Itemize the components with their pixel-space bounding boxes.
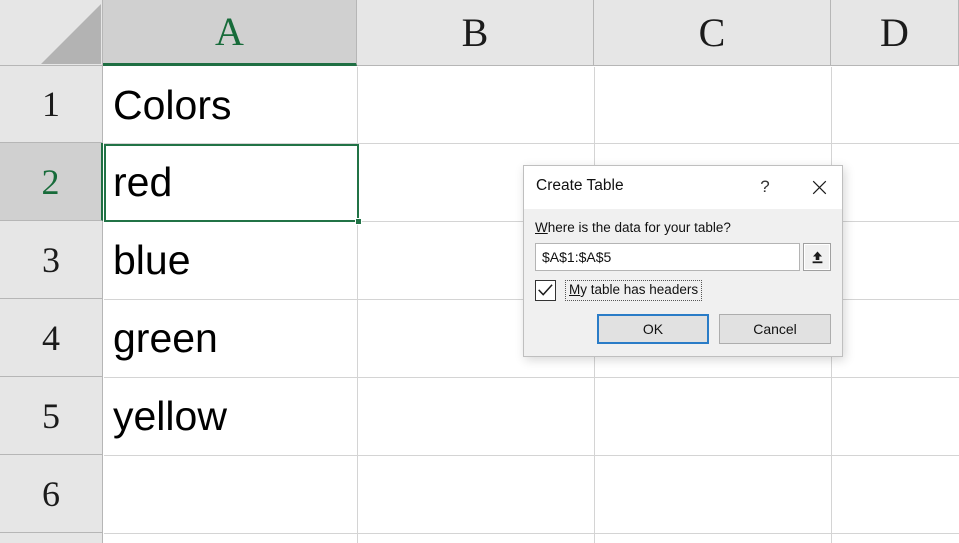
row-header-4[interactable]: 4	[0, 299, 102, 377]
table-range-input[interactable]: $A$1:$A$5	[535, 243, 800, 271]
dialog-body: Where is the data for your table? $A$1:$…	[524, 209, 842, 356]
row-header-3[interactable]: 3	[0, 221, 102, 299]
row-header-5[interactable]: 5	[0, 377, 102, 455]
excel-create-table-screen: A B C D 1 2 3 4 5 6 Colors red	[0, 0, 959, 543]
range-selector-button[interactable]	[803, 243, 831, 271]
help-icon[interactable]: ?	[752, 174, 778, 200]
column-header-a[interactable]: A	[103, 0, 357, 66]
row-header-strip: 1 2 3 4 5 6	[0, 66, 103, 543]
row-header-1[interactable]: 1	[0, 66, 102, 143]
column-header-d[interactable]: D	[831, 0, 959, 65]
range-input-row: $A$1:$A$5	[535, 243, 831, 271]
headers-label-text: y table has headers	[580, 282, 698, 297]
range-selector-up-arrow-icon	[809, 249, 826, 266]
column-header-strip: A B C D	[103, 0, 959, 66]
checkmark-icon	[538, 284, 553, 297]
my-table-has-headers-checkbox[interactable]	[535, 280, 556, 301]
range-prompt-accelerator: W	[535, 220, 548, 235]
close-icon[interactable]	[804, 173, 834, 201]
cell-a3[interactable]: blue	[104, 222, 357, 299]
dialog-title-bar[interactable]: Create Table ?	[524, 166, 842, 209]
cell-a6[interactable]	[104, 456, 357, 533]
dialog-button-row: OK Cancel	[535, 314, 831, 356]
row-header-2[interactable]: 2	[0, 143, 103, 221]
dialog-title: Create Table	[536, 177, 624, 195]
range-prompt-label: Where is the data for your table?	[535, 219, 831, 236]
cell-a5[interactable]: yellow	[104, 378, 357, 455]
headers-checkbox-row: My table has headers	[535, 280, 831, 301]
gridline	[357, 67, 358, 543]
headers-label-accelerator: M	[569, 282, 580, 297]
cell-a4[interactable]: green	[104, 300, 357, 377]
column-header-b[interactable]: B	[357, 0, 594, 65]
my-table-has-headers-label[interactable]: My table has headers	[565, 280, 702, 301]
create-table-dialog: Create Table ? Where is the data for you…	[523, 165, 843, 357]
cell-a2[interactable]: red	[104, 144, 357, 221]
row-header-6[interactable]: 6	[0, 455, 102, 533]
cell-a1[interactable]: Colors	[104, 67, 357, 143]
range-prompt-text: here is the data for your table?	[548, 220, 731, 235]
column-header-c[interactable]: C	[594, 0, 831, 65]
ok-button[interactable]: OK	[597, 314, 709, 344]
cancel-button[interactable]: Cancel	[719, 314, 831, 344]
select-all-triangle-icon	[41, 4, 101, 64]
select-all-button[interactable]	[0, 0, 103, 66]
